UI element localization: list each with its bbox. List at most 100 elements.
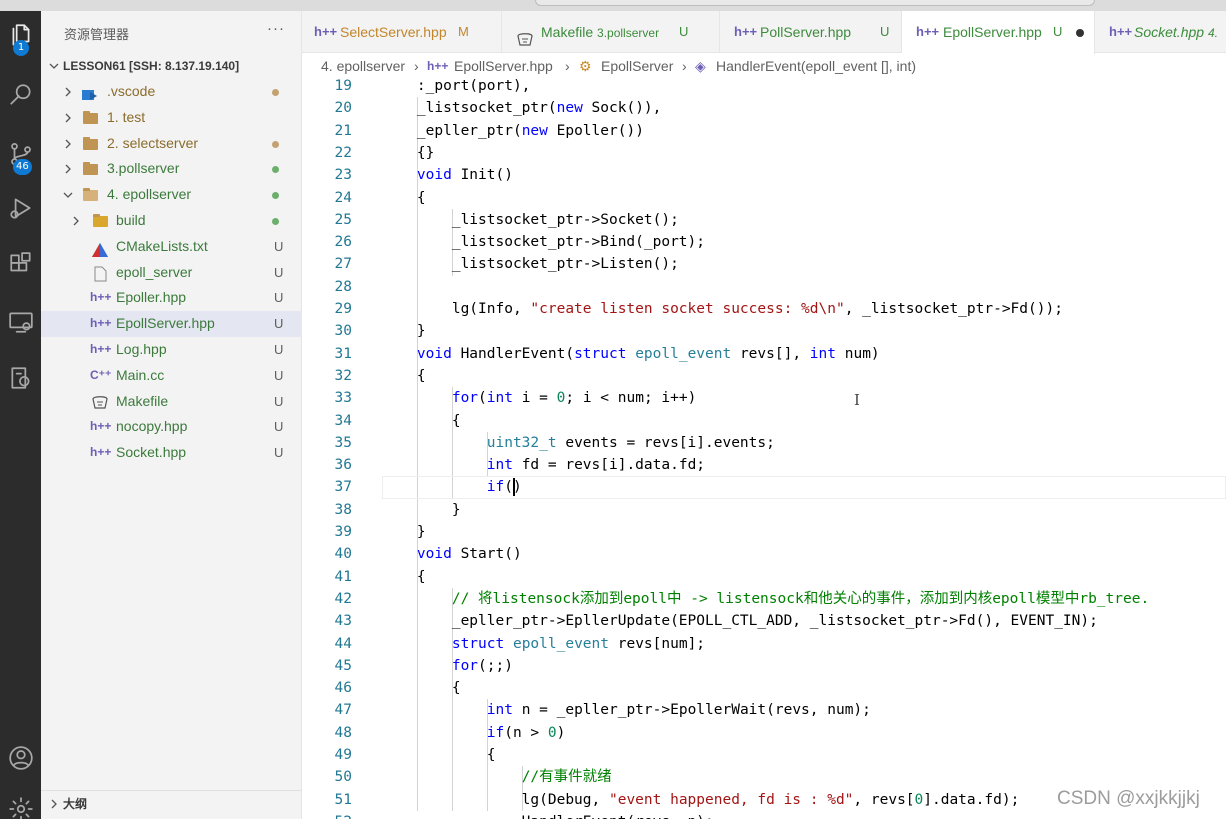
breadcrumb-method[interactable]: HandlerEvent(epoll_event [], int) — [716, 54, 916, 78]
code-line[interactable]: if(n > 0) — [382, 722, 1226, 744]
breadcrumb-folder[interactable]: 4. epollserver — [321, 54, 405, 78]
code-line[interactable]: _listsocket_ptr->Socket(); — [382, 209, 1226, 231]
tree-item-pollserver[interactable]: 3.pollserver — [41, 156, 302, 182]
tree-item-log-hpp[interactable]: h++ Log.hpp U — [41, 337, 302, 363]
code-line[interactable]: } — [382, 521, 1226, 543]
code-line[interactable]: for(;;) — [382, 655, 1226, 677]
manage-button[interactable] — [0, 787, 41, 819]
tab-selectserver[interactable]: h++ SelectServer.hpp M — [302, 11, 502, 53]
code-line[interactable]: _listsocket_ptr->Listen(); — [382, 253, 1226, 275]
code-line[interactable]: uint32_t events = revs[i].events; — [382, 432, 1226, 454]
run-debug-button[interactable] — [0, 186, 41, 230]
title-bar — [0, 0, 1226, 11]
tree-item-nocopy-hpp[interactable]: h++ nocopy.hpp U — [41, 414, 302, 440]
more-actions-button[interactable]: ··· — [267, 20, 285, 37]
tree-item-makefile[interactable]: Makefile U — [41, 389, 302, 415]
test-button[interactable] — [0, 356, 41, 400]
tree-item-test[interactable]: 1. test — [41, 105, 302, 131]
workspace-root[interactable]: LESSON61 [SSH: 8.137.19.140] — [41, 55, 302, 77]
tab-label: EpollServer.hpp — [943, 24, 1042, 40]
code-line[interactable]: lg(Info, "create listen socket success: … — [382, 298, 1226, 320]
tree-item-label: 1. test — [107, 108, 146, 125]
code-line[interactable]: {} — [382, 142, 1226, 164]
code-line[interactable]: } — [382, 499, 1226, 521]
breadcrumb-class[interactable]: EpollServer — [601, 54, 673, 78]
accounts-button[interactable] — [0, 736, 41, 780]
code-line[interactable]: //有事件就绪 — [382, 766, 1226, 788]
makefile-icon — [91, 393, 108, 409]
tree-item-label: Socket.hpp — [116, 444, 187, 461]
code-line[interactable]: void HandlerEvent(struct epoll_event rev… — [382, 343, 1226, 365]
text-cursor — [512, 478, 515, 497]
code-line[interactable]: { — [382, 365, 1226, 387]
line-number: 31 — [334, 345, 352, 362]
code-line[interactable]: _epller_ptr->EpllerUpdate(EPOLL_CTL_ADD,… — [382, 610, 1226, 632]
tree-item-label: 4. epollserver — [107, 186, 192, 203]
activity-bar: 1 46 — [0, 11, 41, 819]
remote-explorer-button[interactable] — [0, 300, 41, 344]
breadcrumb-file[interactable]: EpollServer.hpp — [454, 54, 553, 78]
tree-item-epoll-server[interactable]: epoll_server U — [41, 260, 302, 286]
tree-item-vscode[interactable]: .vscode — [41, 79, 302, 105]
line-number: 37 — [334, 479, 352, 496]
source-control-button[interactable]: 46 — [0, 132, 41, 176]
command-center[interactable] — [535, 0, 1095, 6]
hpp-icon: h++ — [314, 24, 338, 39]
watermark: CSDN @xxjkkjjkj — [1057, 788, 1200, 810]
build-folder-icon — [93, 214, 108, 227]
tree-item-label: 3.pollserver — [107, 160, 180, 177]
tree-item-cmakelists[interactable]: CMakeLists.txt U — [41, 234, 302, 260]
search-icon — [9, 84, 31, 105]
line-number: 35 — [334, 434, 352, 451]
tree-item-selectserver[interactable]: 2. selectserver — [41, 131, 302, 157]
code-line[interactable]: HandlerEvent(revs, n); — [382, 811, 1226, 819]
tab-epollserver[interactable]: h++ EpollServer.hpp U — [902, 11, 1095, 54]
code-line[interactable]: void Start() — [382, 543, 1226, 565]
line-number: 44 — [334, 635, 352, 652]
code-line[interactable]: { — [382, 677, 1226, 699]
tree-item-epoller-hpp[interactable]: h++ Epoller.hpp U — [41, 285, 302, 311]
code-line[interactable]: _epller_ptr(new Epoller()) — [382, 120, 1226, 142]
tree-item-epollserver-hpp[interactable]: h++ EpollServer.hpp U — [41, 311, 302, 337]
file-icon — [93, 265, 109, 282]
code-line[interactable]: int fd = revs[i].data.fd; — [382, 454, 1226, 476]
code-line[interactable]: _listsocket_ptr->Bind(_port); — [382, 231, 1226, 253]
git-status: U — [274, 264, 284, 280]
search-button[interactable] — [0, 73, 41, 117]
tab-label: Makefile 3.pollserver — [541, 11, 659, 54]
tree-item-build[interactable]: build — [41, 208, 302, 234]
outline-section[interactable]: 大纲 — [41, 790, 302, 819]
hpp-icon: h++ — [916, 24, 940, 39]
tab-status: U — [679, 24, 689, 39]
tree-item-socket-hpp[interactable]: h++ Socket.hpp U — [41, 440, 302, 466]
line-number: 20 — [334, 100, 352, 117]
code-line[interactable]: // 将listensock添加到epoll中 -> listensock和他关… — [382, 588, 1226, 610]
code-line[interactable]: { — [382, 566, 1226, 588]
code-line[interactable]: :_port(port), — [382, 78, 1226, 97]
code-line[interactable]: _listsocket_ptr(new Sock()), — [382, 97, 1226, 119]
tree-item-label: build — [116, 212, 146, 228]
tab-pollserver[interactable]: h++ PollServer.hpp U — [720, 11, 902, 53]
tab-makefile[interactable]: Makefile 3.pollserver U — [502, 11, 720, 53]
code-line[interactable]: int n = _epller_ptr->EpollerWait(revs, n… — [382, 699, 1226, 721]
line-number: 49 — [334, 747, 352, 763]
folder-open-icon — [83, 188, 98, 202]
explorer-button[interactable]: 1 — [0, 13, 41, 57]
code-line[interactable]: struct epoll_event revs[num]; — [382, 633, 1226, 655]
unsaved-dot-icon[interactable] — [1076, 29, 1084, 37]
vscode-window: 1 46 资源管理器 ··· LESSON61 [SSH: 8.137.19.1… — [0, 0, 1226, 819]
code-line[interactable]: for(int i = 0; i < num; i++) — [382, 387, 1226, 409]
code-line[interactable]: { — [382, 744, 1226, 766]
code-line[interactable] — [382, 276, 1226, 298]
code-line[interactable]: { — [382, 187, 1226, 209]
code-line[interactable]: { — [382, 410, 1226, 432]
tree-item-label: nocopy.hpp — [116, 418, 188, 435]
code-editor[interactable]: 19 20 21 22 23 24 25 26 27 28 29 30 31 32 33 34 35 36 37 38… — [302, 78, 1226, 819]
code-line[interactable]: void Init() — [382, 164, 1226, 186]
code-line[interactable]: if() — [382, 476, 1226, 498]
tab-socket[interactable]: h++ Socket.hpp 4. — [1095, 11, 1226, 53]
tree-item-epollserver[interactable]: 4. epollserver — [41, 182, 302, 208]
extensions-button[interactable] — [0, 242, 41, 286]
code-line[interactable]: } — [382, 320, 1226, 342]
tree-item-main-cc[interactable]: C⁺⁺ Main.cc U — [41, 363, 302, 389]
